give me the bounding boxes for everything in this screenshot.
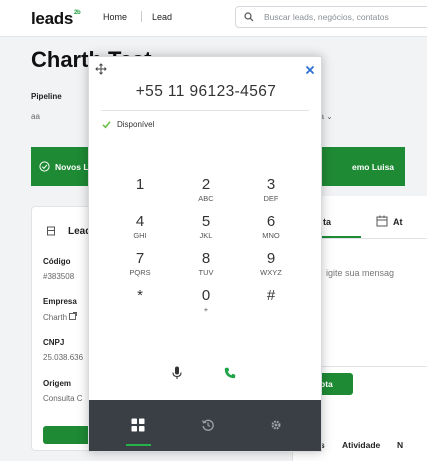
calendar-icon (376, 215, 388, 227)
settings-gear-icon[interactable] (270, 419, 282, 431)
field-value: #383508 (43, 272, 75, 281)
message-input[interactable]: igite sua mensag (326, 268, 394, 278)
app-logo[interactable]: leads2b (31, 9, 81, 29)
dial-key-9[interactable]: 9 WXYZ (249, 251, 293, 289)
close-icon[interactable] (305, 65, 315, 75)
banner-owner-text: emo Luisa (352, 162, 395, 172)
dialer-footer-nav (89, 400, 321, 451)
field-label: Código (43, 257, 71, 266)
top-navigation-bar: leads2b Home Lead Buscar leads, negócios… (0, 0, 427, 37)
active-footer-indicator (126, 444, 151, 446)
building-icon (47, 226, 55, 236)
tab-activity[interactable]: At (393, 217, 403, 227)
phone-call-icon[interactable] (224, 367, 236, 379)
microphone-icon[interactable] (171, 366, 183, 380)
dial-key-1[interactable]: 1 (118, 177, 162, 215)
dial-key-2[interactable]: 2 ABC (184, 177, 228, 215)
pipeline-value[interactable]: aa (31, 112, 40, 121)
dial-key-hash[interactable]: # (249, 288, 293, 326)
field-value: Consulta C (43, 394, 83, 403)
company-link[interactable]: Charth (43, 312, 78, 322)
search-placeholder: Buscar leads, negócios, contatos (264, 12, 389, 22)
dial-key-star[interactable]: * (118, 288, 162, 326)
history-icon[interactable] (201, 418, 215, 432)
field-value: 25.038.636 (43, 353, 84, 362)
dial-key-5[interactable]: 5 JKL (184, 214, 228, 252)
nav-lead-link[interactable]: Lead (152, 12, 172, 22)
tab-history-activity[interactable]: Atividade (342, 440, 380, 450)
nav-home-link[interactable]: Home (103, 12, 127, 22)
tab-history-notes[interactable]: N (397, 440, 403, 450)
tab-note[interactable]: ta (323, 217, 331, 227)
dial-key-6[interactable]: 6 MNO (249, 214, 293, 252)
dial-key-3[interactable]: 3 DEF (249, 177, 293, 215)
external-link-icon (69, 312, 78, 320)
global-search-input[interactable]: Buscar leads, negócios, contatos (235, 6, 427, 28)
move-icon[interactable] (95, 63, 107, 75)
nav-divider (141, 11, 142, 22)
field-label: CNPJ (43, 338, 65, 347)
check-icon (102, 121, 111, 129)
search-icon (244, 12, 254, 22)
dial-key-8[interactable]: 8 TUV (184, 251, 228, 289)
field-label: Empresa (43, 297, 77, 306)
check-circle-icon (39, 161, 50, 172)
field-label: Origem (43, 379, 72, 388)
availability-status: Disponível (117, 120, 155, 129)
pipeline-label: Pipeline (31, 92, 62, 101)
dial-key-7[interactable]: 7 PQRS (118, 251, 162, 289)
number-underline (101, 110, 309, 111)
dial-key-4[interactable]: 4 GHI (118, 214, 162, 252)
keypad-grid-icon[interactable] (131, 418, 145, 432)
dial-key-0[interactable]: 0 + (184, 288, 228, 326)
phone-number-display[interactable]: +55 11 96123-4567 (89, 83, 323, 101)
phone-dialer-popup: +55 11 96123-4567 Disponível 1 2 ABC 3 DEF… (88, 56, 322, 452)
